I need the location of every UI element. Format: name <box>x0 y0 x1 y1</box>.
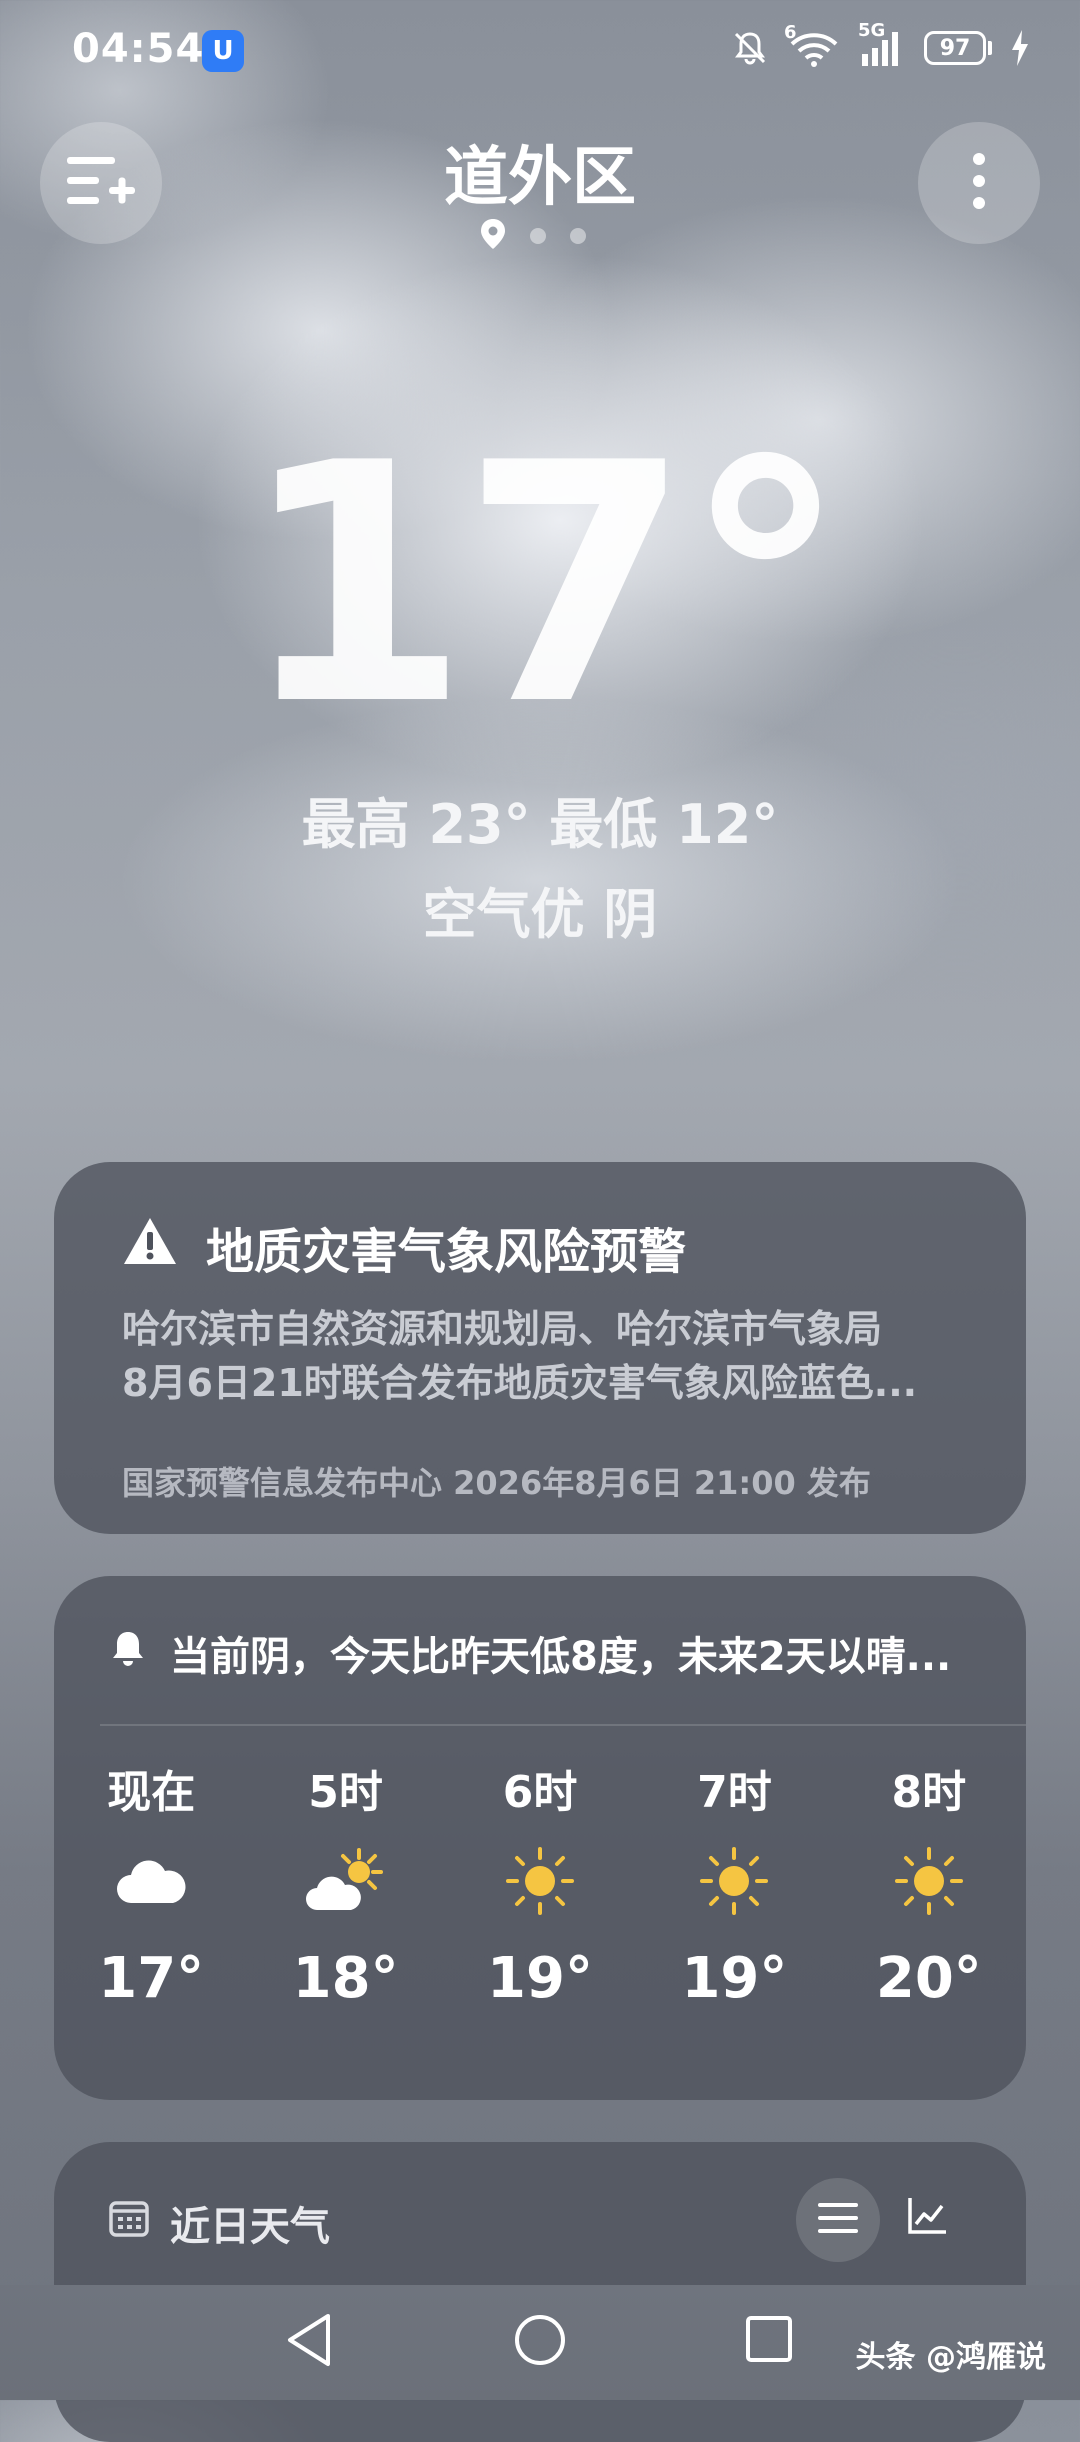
location-pin-icon <box>480 218 506 254</box>
alert-body-line: 8月6日21时联合发布地质灾害气象风险蓝色... <box>122 1361 918 1405</box>
hour-label: 6时 <box>502 1767 578 1818</box>
weather-alert-card[interactable]: 地质灾害气象风险预警 哈尔滨市自然资源和规划局、哈尔滨市气象局 8月6日21时联… <box>54 1162 1026 1534</box>
sun-icon <box>894 1816 964 1946</box>
list-view-button[interactable] <box>796 2178 880 2262</box>
hourly-forecast-card[interactable]: 当前阴，今天比昨天低8度，未来2天以晴... 现在 17° 5时 18° 6时 … <box>54 1576 1026 2100</box>
line-chart-icon <box>906 2198 948 2240</box>
bell-icon <box>108 1628 148 1678</box>
hour-temperature: 18° <box>292 1946 399 2011</box>
alert-source: 国家预警信息发布中心 2026年8月6日 21:00 发布 <box>122 1464 871 1502</box>
alert-body-line: 哈尔滨市自然资源和规划局、哈尔滨市气象局 <box>122 1307 883 1351</box>
battery-icon: 97 <box>924 31 992 65</box>
network-type: 5G <box>858 20 886 41</box>
air-quality-condition: 空气优 阴 <box>422 883 658 946</box>
page-dot <box>570 228 586 244</box>
hour-item: 6时 19° <box>443 1756 637 2011</box>
page-dot <box>530 228 546 244</box>
battery-level: 97 <box>924 31 986 65</box>
more-options-button[interactable] <box>918 122 1040 244</box>
page-indicator <box>480 218 586 254</box>
hour-label: 5时 <box>308 1767 383 1818</box>
status-time: 04:54 <box>72 26 205 72</box>
square-icon <box>744 2316 794 2368</box>
hourly-list: 现在 17° 5时 18° 6时 19° 7时 19° 8时 20° <box>54 1756 1026 2011</box>
trend-view-button[interactable] <box>906 2194 948 2240</box>
hour-item: 7时 19° <box>637 1756 831 2011</box>
hour-item: 现在 17° <box>54 1756 248 2011</box>
hour-item: 5时 18° <box>248 1756 442 2011</box>
sun-icon <box>505 1816 575 1946</box>
signal-icon: 5G <box>858 20 906 68</box>
alert-title: 地质灾害气象风险预警 <box>206 1224 687 1280</box>
warning-icon <box>122 1216 178 1278</box>
recent-apps-button[interactable] <box>744 2314 794 2368</box>
recent-weather-header: 近日天气 <box>108 2194 330 2252</box>
sun-icon <box>699 1816 769 1946</box>
watermark: 头条 @鸿雁说 <box>855 2340 1046 2375</box>
wifi-icon: 6 <box>784 22 840 68</box>
current-temperature: 17° <box>239 393 848 777</box>
hour-label: 8时 <box>891 1767 967 1818</box>
hour-temperature: 17° <box>98 1946 205 2011</box>
more-vertical-icon <box>971 151 987 215</box>
app-notification-icon: U <box>202 30 244 72</box>
hour-temperature: 19° <box>681 1946 788 2011</box>
hour-label: 7时 <box>697 1767 772 1818</box>
alert-body: 哈尔滨市自然资源和规划局、哈尔滨市气象局 8月6日21时联合发布地质灾害气象风险… <box>122 1302 972 1410</box>
calendar-icon <box>108 2197 150 2249</box>
list-icon <box>818 2201 858 2239</box>
hour-temperature: 19° <box>487 1946 593 2011</box>
divider <box>100 1724 1026 1726</box>
hour-label: 现在 <box>107 1767 196 1818</box>
cloud-icon <box>111 1816 191 1946</box>
wifi-label: 6 <box>784 22 797 43</box>
mute-bell-icon <box>730 28 770 68</box>
high-low-temperature: 最高 23° 最低 12° <box>301 793 779 856</box>
back-triangle-icon <box>284 2314 334 2372</box>
hour-temperature: 20° <box>875 1946 982 2011</box>
alert-header: 地质灾害气象风险预警 <box>122 1212 686 1282</box>
partly-sunny-icon <box>301 1816 391 1946</box>
home-circle-icon <box>512 2315 568 2372</box>
forecast-summary: 当前阴，今天比昨天低8度，未来2天以晴... <box>108 1624 951 1682</box>
status-icons: 6 5G 97 <box>730 20 1030 68</box>
home-button[interactable] <box>512 2312 568 2372</box>
charging-icon <box>1010 28 1030 68</box>
recent-weather-title: 近日天气 <box>170 2204 330 2250</box>
summary-text: 当前阴，今天比昨天低8度，未来2天以晴... <box>170 1634 952 1680</box>
hour-item: 8时 20° <box>832 1756 1026 2011</box>
back-button[interactable] <box>284 2312 334 2372</box>
